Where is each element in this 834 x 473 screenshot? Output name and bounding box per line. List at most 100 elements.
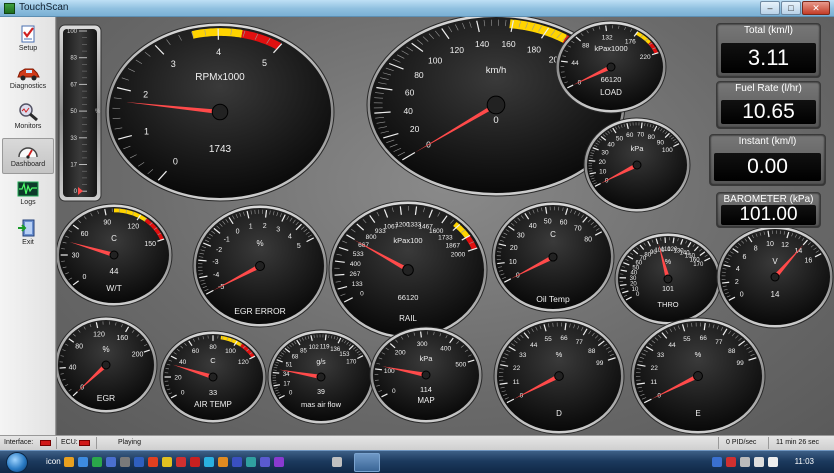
app-window: TouchScan – □ ✕ Setup Diagnostics Monito… [0,0,834,473]
bar-gauge-tick-label: 100 [67,29,78,35]
maximize-button[interactable]: □ [781,1,801,15]
gauge-tick-label: 30 [72,252,80,259]
app-icon [4,3,15,14]
map-icon[interactable] [246,457,256,467]
gauge-tick-label: 33 [657,352,665,359]
gauge-volt: 0246810 121416V14 [716,225,834,329]
gauge-hub [208,372,218,382]
gauge-tick-label: 120 [450,45,464,55]
gauge-tick-label: 22 [651,365,659,372]
gauge-tick-label: 40 [529,223,537,230]
sidebar-item-exit[interactable]: Exit [2,215,54,251]
gauge-unit-label: C [111,234,117,243]
gauge-caption: LOAD [600,88,622,97]
acrobat-icon[interactable] [176,457,186,467]
gauge-warning-zone [191,28,243,39]
readout-value: 10.65 [721,100,816,124]
sidebar-item-setup[interactable]: Setup [2,21,54,57]
gauge-major-tick [375,368,382,371]
word-icon[interactable] [106,457,116,467]
gauge-oil-temp: 01020304050 607080COil Temp [491,201,615,313]
gauge-tick-label: 10 [766,241,774,248]
gauge-tick-label: 10 [509,259,517,266]
gauge-tick-label: 80 [414,70,424,80]
gauge-tick-label: 90 [103,219,111,226]
interface-label: Interface: [4,439,34,446]
gauge-tick-label: -2 [216,247,222,254]
gauge-tick-label: 80 [584,236,592,243]
sidebar-item-monitors[interactable]: Monitors [2,99,54,135]
sidebar-item-dashboard[interactable]: Dashboard [2,138,54,174]
close-button[interactable]: ✕ [802,1,830,15]
gauge-value: 1743 [209,144,232,155]
gauge-tick-label: 2 [735,279,739,286]
e-icon[interactable] [134,457,144,467]
media-icon[interactable] [148,457,158,467]
network-tray-icon[interactable] [740,457,750,467]
gauge-tick-label: 77 [715,339,723,346]
shield-icon[interactable] [712,457,722,467]
terminal-icon[interactable] [232,457,242,467]
gauge-value: 39 [317,389,325,396]
gauge-tick-label: 10 [599,169,607,176]
gauge-tick-label: 68 [292,354,299,360]
volume-icon[interactable] [768,457,778,467]
gauge-egr-error: -5-4-3-2-101 2 345%EGR ERROR [192,204,328,328]
gauge-tick-label: 51 [286,363,293,369]
gauge-tick-label: 30 [601,150,609,157]
notes-icon[interactable] [162,457,172,467]
paint-icon[interactable] [218,457,228,467]
gauge-caption: EGR [97,393,115,403]
gauge-tick-label: 99 [736,360,744,367]
gauge-tick-label: 400 [440,346,451,353]
show-desktop-icon[interactable] [332,457,342,467]
gauge-tick-label: 220 [640,54,651,61]
minimize-button[interactable]: – [760,1,780,15]
start-button[interactable] [6,452,28,473]
tool-icon[interactable] [120,457,130,467]
g-icon[interactable] [190,457,200,467]
chat-icon[interactable] [92,457,102,467]
gauge-hub [316,372,326,382]
gauge-unit-label: C [210,356,216,365]
taskbar-app-touchscan[interactable] [354,453,380,472]
gauge-unit-label: % [102,345,109,354]
gauge-tick-label: 70 [637,132,645,139]
skype-icon[interactable] [260,457,270,467]
gauge-unit-label: % [695,350,702,359]
gauge-caption: AIR TEMP [194,400,232,409]
alert-icon[interactable] [726,457,736,467]
browser-icon[interactable] [78,457,88,467]
gauge-tick-label: 120 [127,223,139,230]
gauge-tick-label: 0 [83,274,87,281]
sidebar-item-logs[interactable]: Logs [2,177,54,213]
gauge-tick-label: 33 [519,352,527,359]
gauge-tick-label: 160 [116,335,128,342]
gauge-unit-label: g/s [316,359,326,366]
cd-icon[interactable] [274,457,284,467]
gauge-tick-label: 500 [455,362,466,369]
car-icon [17,68,40,81]
gauge-unit-label: % [665,259,671,266]
sidebar-item-diagnostics[interactable]: Diagnostics [2,61,54,97]
network-icon[interactable] [204,457,214,467]
gauge-tick-label: 0 [173,156,178,166]
gauge-tick-label: 5 [262,58,267,68]
gauge-unit-label: kPax100 [393,236,422,245]
status-divider [768,437,769,449]
battery-icon[interactable] [754,457,764,467]
bar-gauge-tick-label: 17 [70,163,77,169]
gauge-tick-label: 153 [339,352,350,358]
gauge-tick-label: 6 [743,254,747,261]
gauge-hub [606,62,616,72]
gauge-tick-label: 11 [513,379,520,386]
gauge-tick-label: 1867 [446,242,461,249]
gauge-tick-label: 20 [410,124,420,134]
gauge-value: 114 [420,385,432,394]
gauge-rpm: 0 1 2 3 4 5 RPMx1000 1743 [105,22,335,202]
gauge-tick-label: 5 [297,243,301,250]
gauge-hub [101,360,111,370]
gauge-tick-label: 1 [144,127,149,137]
gauge-tick-label: 170 [346,360,357,366]
folder-icon[interactable] [64,457,74,467]
